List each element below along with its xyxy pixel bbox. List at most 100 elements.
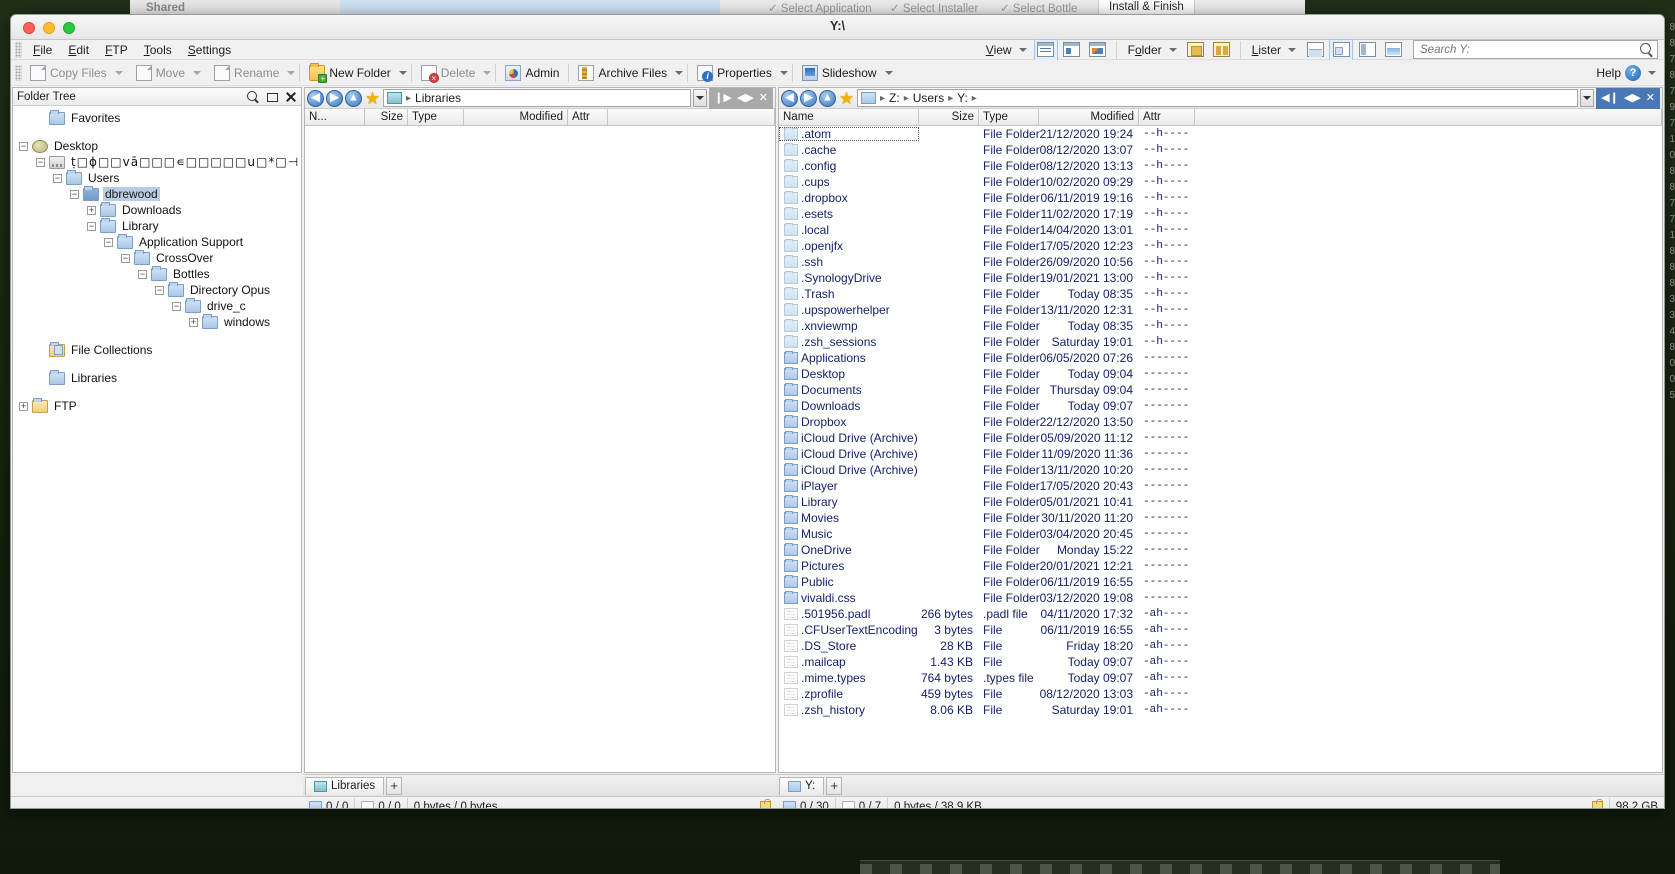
table-row[interactable]: vivaldi.css File Folder 03/12/2020 19:08 --… xyxy=(779,590,1662,606)
view-dropdown-button[interactable]: View xyxy=(981,39,1032,61)
collapse-node-icon[interactable]: − xyxy=(36,157,45,167)
favorites-star-icon[interactable]: ★ xyxy=(838,90,855,107)
pane-toggle-icon[interactable]: ◀❙ xyxy=(1601,92,1619,104)
search-icon[interactable] xyxy=(247,90,259,103)
tree-node[interactable]: + FTP xyxy=(13,397,301,414)
collapse-node-icon[interactable]: − xyxy=(138,269,147,279)
tree-node[interactable]: − Bottles xyxy=(13,265,301,282)
collapse-node-icon[interactable]: − xyxy=(87,221,96,231)
collapse-node-icon[interactable]: − xyxy=(155,285,164,295)
back-button[interactable]: ◀ xyxy=(307,89,324,107)
tree-node[interactable]: Libraries xyxy=(13,369,301,386)
toolbar-drag-grip[interactable] xyxy=(15,64,22,81)
tree-node[interactable]: − Desktop xyxy=(13,138,301,154)
column-header-attr[interactable]: Attr xyxy=(568,109,608,125)
menu-tools[interactable]: Tools xyxy=(136,42,180,58)
column-header-modified[interactable]: Modified xyxy=(464,109,568,125)
collapse-node-icon[interactable]: − xyxy=(19,141,28,151)
folder-dropdown-button[interactable]: Folder xyxy=(1123,39,1182,61)
properties-button[interactable]: Properties xyxy=(692,62,777,84)
lister-single-button[interactable] xyxy=(1303,39,1327,61)
admin-button[interactable]: Admin xyxy=(500,62,564,84)
view-mode-list-button[interactable] xyxy=(1060,39,1084,61)
view-mode-details-button[interactable] xyxy=(1033,38,1058,61)
up-button[interactable]: ▲ xyxy=(345,89,362,107)
tree-node[interactable]: + Downloads xyxy=(13,201,301,218)
menu-edit[interactable]: Edit xyxy=(60,42,97,58)
close-pane-icon[interactable]: ✕ xyxy=(1646,92,1655,104)
tree-node[interactable]: − Library xyxy=(13,217,301,234)
lister-dropdown-button[interactable]: Lister xyxy=(1247,39,1301,61)
table-row[interactable]: .atom File Folder 21/12/2020 19:24 --h---- xyxy=(779,126,1662,142)
table-row[interactable]: .dropbox File Folder 06/11/2019 19:16 --h--… xyxy=(779,190,1662,206)
move-button[interactable]: Move xyxy=(131,62,190,84)
rename-button[interactable]: Rename xyxy=(209,62,284,84)
search-input[interactable] xyxy=(1418,42,1653,57)
tree-node[interactable]: Favorites xyxy=(13,109,301,126)
table-row[interactable]: .DS_Store 28 KB File Friday 18:20 -ah---- xyxy=(779,638,1662,654)
pane-toggle-icon[interactable]: ❙▶ xyxy=(714,92,732,104)
column-header-type[interactable]: Type xyxy=(979,109,1039,125)
rename-dropdown-icon[interactable] xyxy=(287,70,296,75)
table-row[interactable]: .xnviewmp File Folder Today 08:35 --h---- xyxy=(779,318,1662,334)
forward-button[interactable]: ▶ xyxy=(800,89,817,107)
lister-tree-button[interactable] xyxy=(1355,39,1379,61)
left-column-headers[interactable]: N... Size Type Modified Attr xyxy=(305,109,775,126)
tree-node[interactable]: − dbrewood xyxy=(13,185,301,202)
help-icon[interactable]: ? xyxy=(1625,64,1641,81)
archive-files-button[interactable]: Archive Files xyxy=(573,62,672,84)
up-button[interactable]: ▲ xyxy=(819,89,836,107)
tab-libraries[interactable]: Libraries xyxy=(305,776,385,795)
view-mode-thumbnails-button[interactable] xyxy=(1086,39,1110,61)
menu-file[interactable]: FFileile xyxy=(25,42,60,58)
pane-swap-icon[interactable]: ◀▶ xyxy=(737,92,754,104)
tree-node[interactable]: − ṭ□ɸ□□vā□□□∊□□□□□u□*□⊣ ✦□□ xyxy=(13,154,301,170)
tree-node[interactable]: File Collections xyxy=(13,341,301,358)
menu-ftp[interactable]: FTP xyxy=(97,42,136,58)
table-row[interactable]: .openjfx File Folder 17/05/2020 12:23 --h--… xyxy=(779,238,1662,254)
menu-settings[interactable]: Settings xyxy=(180,42,239,58)
table-row[interactable]: .SynologyDrive File Folder 19/01/2021 13:0… xyxy=(779,270,1662,286)
table-row[interactable]: Desktop File Folder Today 09:04 ------- xyxy=(779,366,1662,382)
table-row[interactable]: .upspowerhelper File Folder 13/11/2020 12:… xyxy=(779,302,1662,318)
table-row[interactable]: .501956.padl 266 bytes .padl file 04/11/202… xyxy=(779,606,1662,622)
left-status-lock[interactable] xyxy=(754,798,777,808)
archive-dropdown-icon[interactable] xyxy=(675,70,684,75)
folder-tree-body[interactable]: Favorites − Desktop − ṭ□ɸ□□vā□□□∊□□□□□u□*□⊣ … xyxy=(13,106,301,772)
table-row[interactable]: .ssh File Folder 26/09/2020 10:56 --h---- xyxy=(779,254,1662,270)
copy-folder-button[interactable] xyxy=(1184,39,1208,61)
collapse-node-icon[interactable]: − xyxy=(70,189,79,199)
lister-viewer-button[interactable] xyxy=(1381,39,1405,61)
table-row[interactable]: Movies File Folder 30/11/2020 11:20 ------- xyxy=(779,510,1662,526)
copy-files-button[interactable]: Copy Files xyxy=(25,62,112,84)
table-row[interactable]: .esets File Folder 11/02/2020 17:19 --h---- xyxy=(779,206,1662,222)
breadcrumb-z-drive[interactable]: Z: xyxy=(889,91,900,105)
right-path-dropdown-button[interactable] xyxy=(1580,89,1595,107)
add-tab-button-right[interactable]: + xyxy=(826,776,843,795)
forward-button[interactable]: ▶ xyxy=(326,89,343,107)
left-pane-buttons[interactable]: ❙▶ ◀▶ ✕ xyxy=(709,87,773,109)
copy-files-dropdown-icon[interactable] xyxy=(114,70,123,75)
close-pane-icon[interactable]: ✕ xyxy=(759,92,768,104)
add-tab-button-left[interactable]: + xyxy=(386,776,403,795)
collapse-node-icon[interactable]: − xyxy=(104,237,113,247)
column-header-type[interactable]: Type xyxy=(408,109,464,125)
table-row[interactable]: .cups File Folder 10/02/2020 09:29 --h---- xyxy=(779,174,1662,190)
breadcrumb-y-drive[interactable]: Y: xyxy=(957,91,968,105)
pin-icon[interactable] xyxy=(266,91,278,103)
expand-node-icon[interactable]: + xyxy=(19,401,28,411)
tree-node[interactable]: + windows xyxy=(13,313,301,330)
table-row[interactable]: .zsh_sessions File Folder Saturday 19:01 --… xyxy=(779,334,1662,350)
right-status-lock[interactable] xyxy=(1586,797,1610,808)
lock-folder-button[interactable] xyxy=(1210,39,1234,61)
table-row[interactable]: .zprofile 459 bytes File 08/12/2020 13:03 -a… xyxy=(779,686,1662,702)
move-dropdown-icon[interactable] xyxy=(193,70,202,75)
table-row[interactable]: Pictures File Folder 20/01/2021 12:21 -----… xyxy=(779,558,1662,574)
table-row[interactable]: .mime.types 764 bytes .types file Today 09:… xyxy=(779,670,1662,686)
expand-node-icon[interactable]: + xyxy=(189,317,198,327)
table-row[interactable]: .config File Folder 08/12/2020 13:13 --h---… xyxy=(779,158,1662,174)
breadcrumb-libraries[interactable]: Libraries xyxy=(415,91,461,105)
search-field-wrapper[interactable] xyxy=(1413,40,1658,59)
column-header-name[interactable]: Name xyxy=(779,109,919,125)
new-folder-dropdown-icon[interactable] xyxy=(398,70,407,75)
